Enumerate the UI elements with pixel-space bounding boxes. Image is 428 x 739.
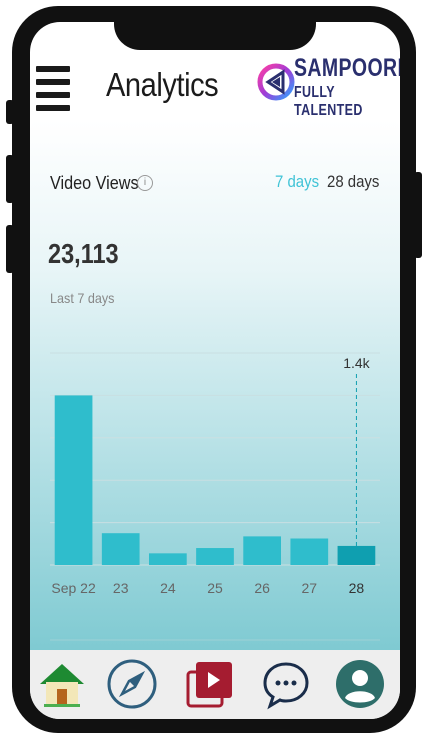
x-tick-label: Sep 22 <box>51 580 96 596</box>
bottom-nav <box>30 650 400 719</box>
x-tick-label: 27 <box>301 580 317 596</box>
chart-bar <box>54 395 93 565</box>
compass-icon[interactable] <box>106 658 158 710</box>
video-library-icon[interactable] <box>184 658 236 710</box>
chart-bar <box>337 545 376 565</box>
views-bar-chart: Sep 22 23 24 25 26 27 28 1.4k <box>50 352 380 641</box>
power-button <box>414 172 422 258</box>
profile-icon[interactable] <box>334 658 386 710</box>
chart-bar <box>290 538 329 565</box>
notch <box>114 22 316 50</box>
chart-bar <box>149 553 187 565</box>
page-title: Analytics <box>106 66 219 103</box>
x-tick-label: 25 <box>207 580 223 596</box>
chart-bar <box>196 548 234 565</box>
chat-icon[interactable] <box>260 658 312 710</box>
logo-emblem <box>257 63 295 101</box>
annotation-label: 1.4k <box>343 355 370 371</box>
volume-up-button <box>6 155 14 203</box>
logo-text-primary: SAMPOORN <box>294 54 400 82</box>
app-screen: Analytics SAMPOORN FULLY TALENTED Video … <box>30 22 400 719</box>
x-tick-label: 23 <box>113 580 129 596</box>
side-button <box>6 100 14 124</box>
video-views-card: Video Views i 7 days 28 days 23,113 Last… <box>30 120 400 650</box>
home-icon[interactable] <box>36 658 88 710</box>
brand-logo: SAMPOORN FULLY TALENTED <box>256 52 400 119</box>
logo-text-secondary: FULLY TALENTED <box>294 84 363 119</box>
menu-icon[interactable] <box>36 66 70 112</box>
x-tick-label: 28 <box>349 580 365 596</box>
chart-bar <box>243 536 281 565</box>
x-tick-label: 24 <box>160 580 176 596</box>
volume-down-button <box>6 225 14 273</box>
chart-bar <box>101 533 140 565</box>
x-tick-label: 26 <box>254 580 270 596</box>
